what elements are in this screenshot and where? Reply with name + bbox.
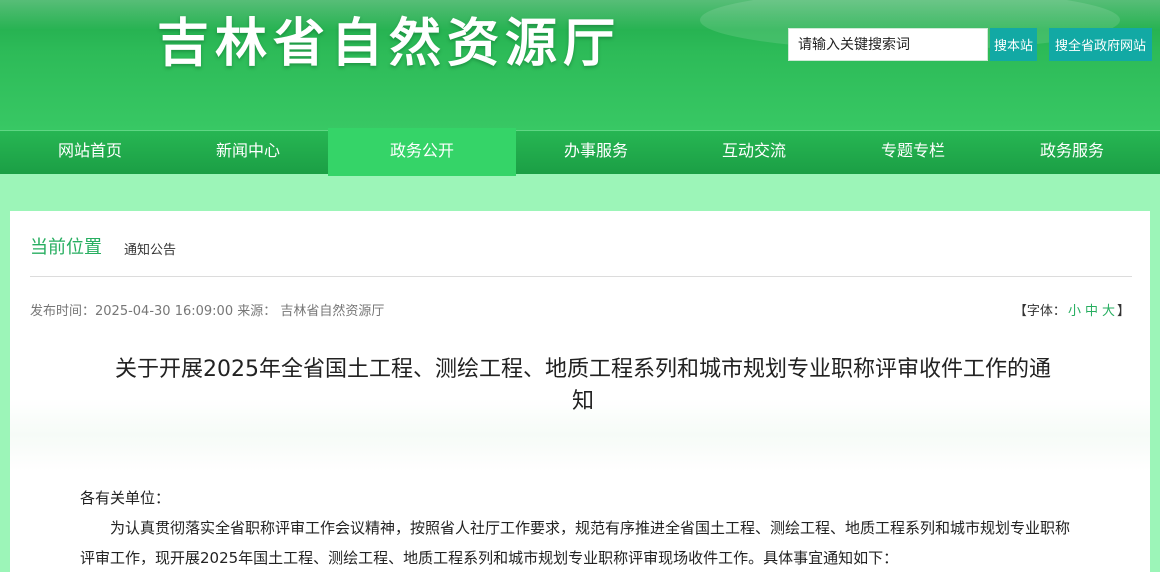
nav-item-home[interactable]: 网站首页 <box>10 131 170 175</box>
article-title: 关于开展2025年全省国土工程、测绘工程、地质工程系列和城市规划专业职称评审收件… <box>115 357 1051 414</box>
article-paragraph: 为认真贯彻落实全省职称评审工作会议精神，按照省人社厅工作要求，规范有序推进全省国… <box>80 519 1071 567</box>
nav-item-interaction[interactable]: 互动交流 <box>674 131 834 175</box>
font-size-prefix: 【字体： <box>1013 304 1066 319</box>
font-large-button[interactable]: 大 <box>1102 304 1115 319</box>
article-meta: 发布时间：2025-04-30 16:09:00 来源： 吉林省自然资源厅 <box>30 300 384 319</box>
search-site-button[interactable]: 搜本站 <box>990 28 1037 61</box>
article-greeting: 各有关单位： <box>80 489 171 507</box>
publish-time: 2025-04-30 16:09:00 <box>95 304 234 319</box>
font-medium-button[interactable]: 中 <box>1085 304 1098 319</box>
publish-label: 发布时间： <box>30 304 96 319</box>
divider <box>30 276 1132 277</box>
source-value: 吉林省自然资源厅 <box>280 304 385 319</box>
font-size-control: 【字体：小中大】 <box>1014 300 1130 319</box>
nav-item-services[interactable]: 办事服务 <box>516 131 676 175</box>
font-small-button[interactable]: 小 <box>1068 304 1081 319</box>
breadcrumb-label: 当前位置 <box>30 237 102 258</box>
search-all-gov-sites-button[interactable]: 搜全省政府网站 <box>1049 28 1152 61</box>
main-nav: 网站首页 新闻中心 政务公开 办事服务 互动交流 专题专栏 政务服务 <box>0 128 1160 176</box>
site-title: 吉林省自然资源厅 <box>157 14 622 74</box>
nav-item-topics[interactable]: 专题专栏 <box>833 131 993 175</box>
breadcrumb-current[interactable]: 通知公告 <box>124 239 176 258</box>
nav-item-gov-affairs[interactable]: 政务公开 <box>328 128 516 176</box>
article-card: 当前位置 通知公告 发布时间：2025-04-30 16:09:00 来源： 吉… <box>10 211 1150 572</box>
search-input[interactable] <box>788 28 988 61</box>
nav-item-news[interactable]: 新闻中心 <box>168 131 328 175</box>
font-size-suffix: 】 <box>1116 304 1130 319</box>
source-label: 来源： <box>237 304 277 319</box>
nav-item-gov-services[interactable]: 政务服务 <box>992 131 1152 175</box>
site-header: 吉林省自然资源厅 搜本站 搜全省政府网站 <box>0 0 1160 130</box>
